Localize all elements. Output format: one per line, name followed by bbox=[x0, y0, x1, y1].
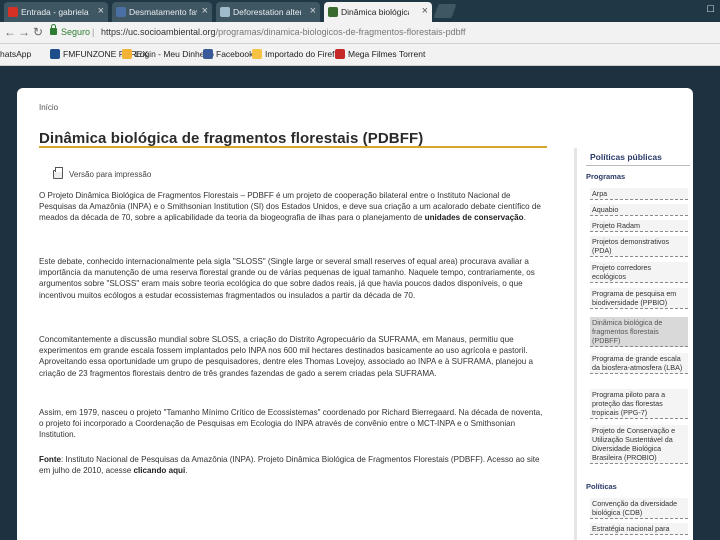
sidebar-item-cdb[interactable]: Convenção da diversidade biológica (CDB) bbox=[590, 498, 688, 519]
breadcrumb-home-link[interactable]: Início bbox=[39, 103, 58, 112]
page-title: Dinâmica biológica de fragmentos florest… bbox=[39, 130, 424, 147]
meu-dinheiro-icon bbox=[122, 49, 132, 59]
tab-title: Deforestation alters the bbox=[233, 7, 301, 17]
tab-title: Entrada - gabriela.isel bbox=[21, 7, 89, 17]
tab-dinamica-active[interactable]: Dinâmica biológica de × bbox=[324, 2, 432, 22]
sidebar-item-ppg7[interactable]: Programa piloto para a proteção das flor… bbox=[590, 389, 688, 419]
page-content: Início Dinâmica biológica de fragmentos … bbox=[17, 88, 693, 540]
paragraph-text: : Instituto Nacional de Pesquisas da Ama… bbox=[39, 455, 540, 476]
bookmark-label: Importado do Firefox bbox=[265, 49, 344, 59]
sidebar-item-pda[interactable]: Projetos demonstrativos (PDA) bbox=[590, 236, 688, 257]
close-tab-icon[interactable]: × bbox=[202, 5, 208, 17]
paragraph-sloss: Este debate, conhecido internacionalment… bbox=[39, 256, 549, 301]
socioambiental-icon bbox=[328, 7, 338, 17]
sidebar-item-estrategia[interactable]: Estratégia nacional para bbox=[590, 523, 688, 535]
bookmark-label: Mega Filmes Torrent bbox=[348, 49, 426, 59]
page-icon bbox=[220, 7, 230, 17]
title-underline bbox=[39, 146, 547, 148]
tab-desmatamento[interactable]: Desmatamento favorece × bbox=[112, 2, 212, 22]
page-icon bbox=[116, 7, 126, 17]
paragraph-suframa: Concomitantemente a discussão mundial so… bbox=[39, 334, 549, 379]
tab-title: Dinâmica biológica de bbox=[341, 7, 409, 17]
sidebar-item-radam[interactable]: Projeto Radam bbox=[590, 220, 688, 232]
fmfunzone-icon bbox=[50, 49, 60, 59]
sidebar-subheading-programs: Programas bbox=[586, 172, 626, 181]
sidebar-item-ppbio[interactable]: Programa de pesquisa em biodiversidade (… bbox=[590, 288, 688, 309]
secure-label: Seguro bbox=[61, 27, 91, 37]
sidebar: Políticas públicas Programas Arpa Aquabi… bbox=[574, 148, 691, 540]
paragraph-intro: O Projeto Dinâmica Biológica de Fragment… bbox=[39, 190, 549, 224]
sidebar-item-probio[interactable]: Projeto de Conservação e Utilização Sust… bbox=[590, 425, 688, 464]
url-field[interactable]: https://uc.socioambiental.org/programas/… bbox=[101, 27, 466, 37]
bookmark-whatsapp[interactable]: WhatsApp bbox=[0, 49, 31, 59]
tab-gmail[interactable]: Entrada - gabriela.isel × bbox=[4, 2, 108, 22]
mega-filmes-icon bbox=[335, 49, 345, 59]
bookmark-firefox-folder[interactable]: Importado do Firefox bbox=[252, 49, 343, 59]
close-tab-icon[interactable]: × bbox=[98, 5, 104, 17]
facebook-icon bbox=[203, 49, 213, 59]
close-tab-icon[interactable]: × bbox=[422, 5, 428, 17]
back-icon[interactable]: ← bbox=[4, 25, 16, 39]
paragraph-history: Assim, em 1979, nasceu o projeto "Tamanh… bbox=[39, 407, 549, 441]
new-tab-button[interactable] bbox=[433, 4, 457, 18]
bookmark-meu-dinheiro[interactable]: Login - Meu Dinheiro bbox=[122, 49, 214, 59]
bookmark-label: Facebook bbox=[216, 49, 254, 59]
clicando-aqui-link[interactable]: clicando aqui bbox=[134, 466, 186, 475]
print-version-link[interactable]: Versão para impressão bbox=[69, 170, 151, 179]
lock-icon bbox=[50, 24, 57, 35]
tab-deforestation[interactable]: Deforestation alters the × bbox=[216, 2, 320, 22]
paragraph-end: . bbox=[523, 213, 526, 223]
unidades-conservacao-link[interactable]: unidades de conservação bbox=[425, 213, 524, 222]
sidebar-divider bbox=[574, 148, 577, 540]
paragraph-text: Este debate, conhecido internacionalment… bbox=[39, 257, 535, 300]
sidebar-item-aquabio[interactable]: Aquabio bbox=[590, 204, 688, 216]
sidebar-subheading-policies: Políticas bbox=[586, 482, 617, 491]
url-path: /programas/dinamica-biologicos-de-fragme… bbox=[215, 27, 466, 37]
paragraph-source: Fonte: Instituto Nacional de Pesquisas d… bbox=[39, 454, 549, 476]
sidebar-item-arpa[interactable]: Arpa bbox=[590, 188, 688, 200]
bookmark-facebook[interactable]: Facebook bbox=[203, 49, 253, 59]
folder-icon bbox=[252, 49, 262, 59]
tab-strip: Entrada - gabriela.isel × Desmatamento f… bbox=[0, 0, 720, 22]
sidebar-item-lba[interactable]: Programa de grande escala da biosfera-at… bbox=[590, 353, 688, 374]
printer-icon[interactable] bbox=[53, 167, 63, 179]
url-host: https://uc.socioambiental.org bbox=[101, 27, 216, 37]
forward-icon[interactable]: → bbox=[18, 25, 30, 39]
bookmarks-bar: WhatsApp FMFUNZONE FOREX Login - Meu Din… bbox=[0, 44, 720, 66]
source-label: Fonte bbox=[39, 455, 62, 464]
sidebar-rule bbox=[586, 165, 690, 166]
paragraph-end: . bbox=[185, 466, 188, 476]
sidebar-item-pdbff[interactable]: Dinâmica biológica de fragmentos florest… bbox=[590, 317, 688, 347]
gmail-icon bbox=[8, 7, 18, 17]
sidebar-item-corredores[interactable]: Projeto corredores ecológicos bbox=[590, 262, 688, 283]
close-tab-icon[interactable]: × bbox=[310, 5, 316, 17]
address-bar: ← → ↻ Seguro | https://uc.socioambiental… bbox=[0, 22, 720, 44]
paragraph-text: Concomitantemente a discussão mundial so… bbox=[39, 335, 534, 378]
bookmark-mega-filmes[interactable]: Mega Filmes Torrent bbox=[335, 49, 425, 59]
reload-icon[interactable]: ↻ bbox=[33, 25, 43, 39]
tab-title: Desmatamento favorece bbox=[129, 7, 197, 17]
sidebar-heading: Políticas públicas bbox=[590, 152, 662, 162]
paragraph-text: Assim, em 1979, nasceu o projeto "Tamanh… bbox=[39, 408, 543, 440]
url-separator: | bbox=[92, 27, 95, 37]
bookmark-label: WhatsApp bbox=[0, 49, 32, 59]
restore-window-icon[interactable]: □ bbox=[707, 3, 714, 15]
